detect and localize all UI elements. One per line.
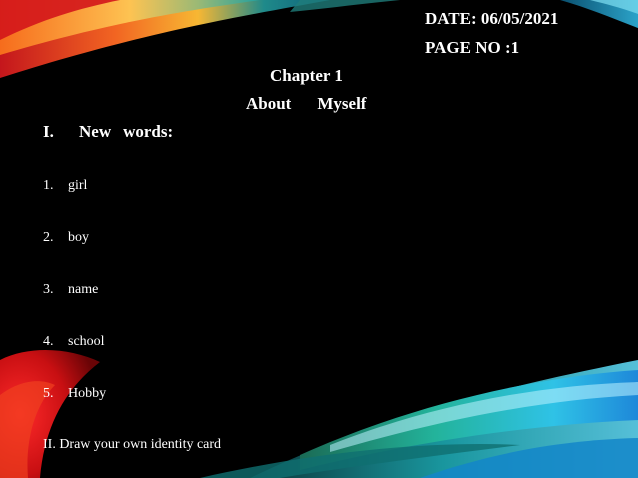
task-instruction: II. Draw your own identity card: [43, 437, 222, 452]
section-numeral: I.: [43, 122, 54, 141]
list-item-number: 4.: [43, 334, 54, 349]
list-item-text: name: [68, 282, 99, 297]
list-item: 3. name: [43, 283, 98, 297]
section-word-new: New: [79, 122, 112, 141]
list-item: 1. girl: [43, 179, 87, 193]
slide: DATE: 06/05/2021 PAGE NO :1 Chapter 1 Ab…: [0, 0, 638, 478]
list-item-text: school: [68, 334, 105, 349]
lesson-subtitle: About Myself: [246, 95, 366, 112]
section-word-words: words:: [123, 122, 174, 141]
list-item: 4. school: [43, 335, 105, 349]
chapter-title: Chapter 1: [270, 66, 343, 85]
list-item-text: girl: [68, 178, 88, 193]
list-item-number: 1.: [43, 178, 54, 193]
list-item-number: 5.: [43, 386, 54, 401]
list-item-text: boy: [68, 230, 89, 245]
subtitle-word-myself: Myself: [317, 94, 367, 113]
list-item-number: 3.: [43, 282, 54, 297]
date-label: DATE: 06/05/2021: [425, 9, 559, 28]
section-heading: I. New words:: [43, 123, 173, 140]
page-number-label: PAGE NO :1: [425, 38, 520, 57]
list-item-number: 2.: [43, 230, 54, 245]
subtitle-word-about: About: [246, 94, 292, 113]
list-item: 2. boy: [43, 231, 89, 245]
list-item: 5. Hobby: [43, 387, 106, 401]
list-item-text: Hobby: [68, 386, 107, 401]
